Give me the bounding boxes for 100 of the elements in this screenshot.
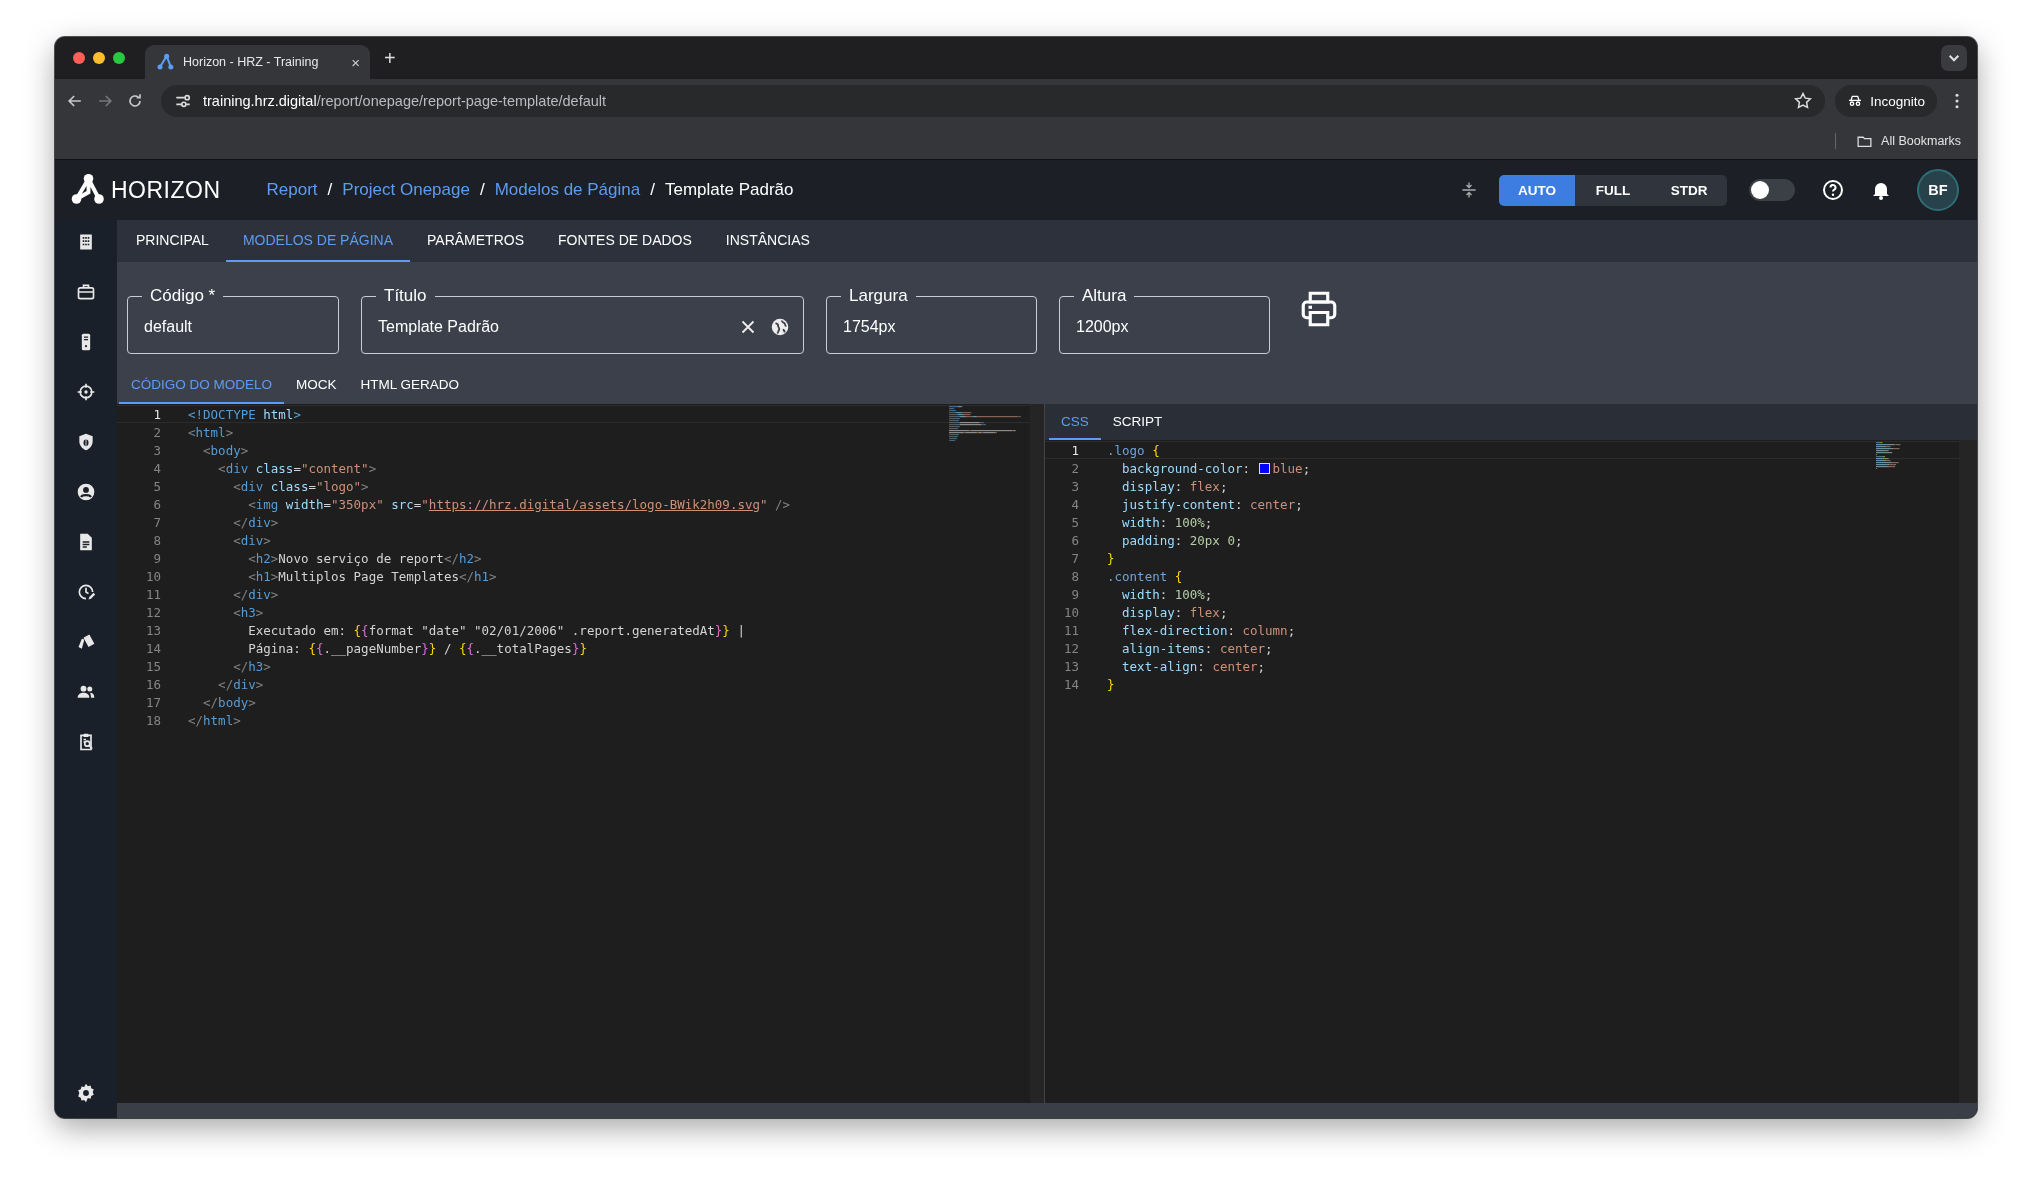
briefcase-icon[interactable] — [76, 282, 96, 302]
code-line: <h1>Multiplos Page Templates</h1> — [247, 568, 497, 584]
code-line: </html> — [188, 712, 241, 728]
line-number: 8 — [1070, 568, 1079, 584]
code-line: background-color: blue; — [1121, 460, 1311, 476]
field-value: Template Padrão — [378, 317, 500, 336]
logo-icon — [155, 52, 175, 72]
code-line: </div> — [217, 676, 264, 692]
line-number: 16 — [144, 676, 161, 692]
tab[interactable]: SCRIPT — [1100, 404, 1175, 440]
line-number: 14 — [144, 640, 161, 656]
field-label: Título — [383, 286, 428, 306]
window-control-icon[interactable] — [73, 52, 85, 64]
code-line: width: 100%; — [1121, 514, 1213, 530]
text-field[interactable]: Código * default — [127, 286, 339, 354]
line-number: 4 — [152, 460, 161, 476]
line-number: 10 — [1062, 604, 1079, 620]
text-field[interactable]: Altura 1200px — [1059, 286, 1270, 354]
code-line: </h3> — [232, 658, 271, 674]
clock-icon[interactable] — [76, 582, 96, 602]
mode-button[interactable]: STDR — [1651, 174, 1727, 206]
line-number: 1 — [152, 406, 161, 422]
incognito-button[interactable]: Incognito — [1835, 85, 1937, 117]
mode-button[interactable]: FULL — [1575, 174, 1651, 206]
code-line: text-align: center; — [1121, 658, 1266, 674]
browser-tab[interactable]: Horizon - HRZ - Training × — [145, 45, 370, 79]
line-number: 3 — [1070, 478, 1079, 494]
tab[interactable]: INSTÂNCIAS — [708, 220, 827, 262]
field-label: Altura — [1081, 286, 1128, 306]
line-number: 7 — [1070, 550, 1079, 566]
address-bar[interactable]: training.hrz.digital/report/onepage/report-page-template/default — [161, 85, 1826, 117]
code-line: <!DOCTYPE html> — [188, 406, 301, 422]
field-value: default — [144, 317, 194, 336]
line-number: 13 — [1062, 658, 1079, 674]
window-control-icon[interactable] — [93, 52, 105, 64]
line-number: 5 — [1070, 514, 1079, 530]
code-line: } — [1107, 676, 1115, 692]
line-number: 15 — [144, 658, 161, 674]
text-field[interactable]: Título Template Padrão — [361, 286, 804, 354]
line-number: 12 — [144, 604, 161, 620]
field-value: 1200px — [1076, 317, 1130, 336]
user-icon[interactable] — [76, 482, 96, 502]
user-avatar[interactable]: BF — [1917, 169, 1959, 211]
code-line: Página: {{.__pageNumber}} / {{.__totalPages}} — [247, 640, 587, 656]
window-control-icon[interactable] — [113, 52, 125, 64]
text-field[interactable]: Largura 1754px — [826, 286, 1037, 354]
line-number: 11 — [144, 586, 161, 602]
settings-icon[interactable] — [75, 1082, 97, 1104]
tab[interactable]: MOCK — [284, 366, 349, 404]
new-tab-button[interactable]: + — [378, 46, 402, 70]
field-label: Código * — [149, 286, 217, 306]
breadcrumb-link[interactable]: Project Onepage — [342, 180, 470, 200]
breadcrumb-link[interactable]: Report — [266, 180, 318, 200]
scrollbar[interactable] — [117, 1103, 1977, 1118]
line-number: 14 — [1062, 676, 1079, 692]
field-value: 1754px — [843, 317, 897, 336]
line-number: 7 — [152, 514, 161, 530]
tab[interactable]: PRINCIPAL — [119, 220, 226, 262]
shield-bug-icon[interactable] — [76, 432, 96, 452]
tab[interactable]: HTML GERADO — [348, 366, 472, 404]
breadcrumb-separator: / — [650, 180, 655, 200]
code-line: align-items: center; — [1121, 640, 1273, 656]
code-line: <div class="logo"> — [232, 478, 369, 494]
code-line: .logo { — [1107, 442, 1160, 458]
star-icon[interactable] — [1793, 91, 1814, 111]
line-number: 6 — [1070, 532, 1079, 548]
code-line: .content { — [1107, 568, 1183, 584]
line-number: 18 — [144, 712, 161, 728]
breadcrumb-current: Template Padrão — [664, 180, 794, 200]
breadcrumb-separator: / — [479, 180, 485, 200]
line-number: 9 — [1070, 586, 1079, 602]
code-line: justify-content: center; — [1121, 496, 1303, 512]
code-line: <div> — [232, 532, 271, 548]
line-number: 5 — [152, 478, 161, 494]
bookmarks-label[interactable]: All Bookmarks — [1881, 134, 1961, 148]
line-number: 8 — [152, 532, 161, 548]
minimap-drawing — [1876, 442, 1901, 470]
code-line: width: 100%; — [1121, 586, 1213, 602]
code-line: <h3> — [232, 604, 264, 620]
help-icon[interactable] — [1821, 178, 1845, 202]
tab[interactable]: PARÂMETROS — [410, 220, 541, 262]
code-line: flex-direction: column; — [1121, 622, 1296, 638]
chevron-down-icon[interactable] — [1941, 45, 1967, 71]
code-line: </body> — [202, 694, 256, 710]
line-number: 11 — [1062, 622, 1079, 638]
field-label: Largura — [848, 286, 909, 306]
breadcrumb-separator: / — [327, 180, 333, 200]
code-line: <div class="content"> — [217, 460, 377, 476]
tab[interactable]: FONTES DE DADOS — [541, 220, 709, 262]
incognito-icon — [1847, 93, 1864, 109]
collapse-icon[interactable] — [1459, 180, 1479, 200]
theme-toggle[interactable] — [1749, 179, 1795, 201]
close-tab-button[interactable]: × — [351, 53, 360, 71]
logo-text: HORIZON — [111, 176, 221, 204]
crosshair-icon[interactable] — [76, 382, 96, 402]
code-line: </div> — [232, 514, 279, 530]
mode-button[interactable]: AUTO — [1499, 174, 1575, 206]
line-number: 9 — [152, 550, 161, 566]
breadcrumb-link[interactable]: Modelos de Página — [494, 180, 641, 200]
line-number: 6 — [152, 496, 161, 512]
